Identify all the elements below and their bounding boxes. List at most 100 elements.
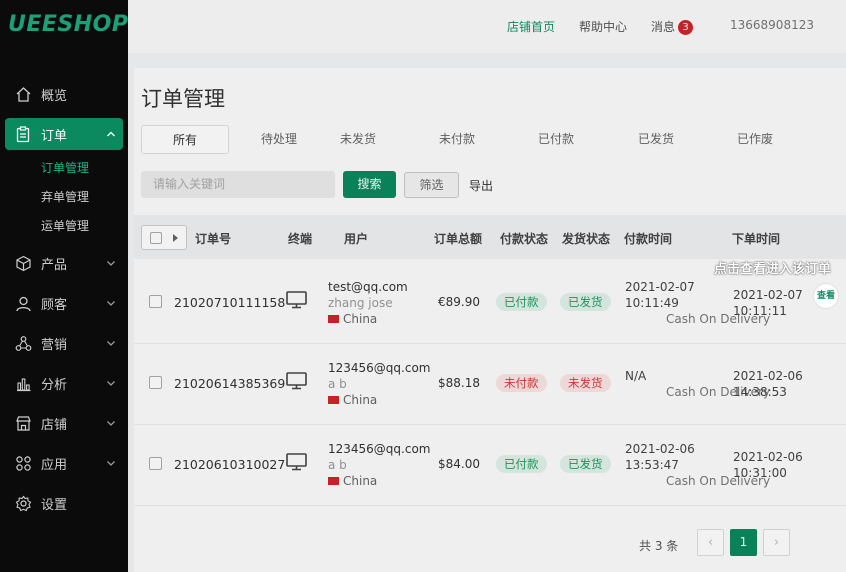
tab-voided[interactable]: 已作废 <box>737 125 773 154</box>
user-email: 123456@qq.com <box>328 361 431 375</box>
order-number[interactable]: 21020614385369 <box>174 376 285 391</box>
table-row[interactable]: 21020614385369 123456@qq.com a b China $… <box>134 344 846 425</box>
tab-shipped[interactable]: 已发货 <box>638 125 674 154</box>
search-input[interactable]: 请输入关键词 <box>141 171 335 198</box>
sidebar-item-label: 应用 <box>41 457 68 473</box>
page-title: 订单管理 <box>141 87 225 111</box>
desktop-icon <box>286 453 307 474</box>
view-order-button[interactable]: 查看 <box>814 284 838 308</box>
user-name: zhang jose <box>328 296 393 310</box>
chevron-down-icon <box>106 297 116 307</box>
sidebar-item-orders[interactable]: 订单 <box>5 118 123 150</box>
sidebar-item-settings[interactable]: 设置 <box>0 483 128 523</box>
tab-pending[interactable]: 待处理 <box>261 125 297 154</box>
sidebar-item-label: 店铺 <box>41 417 68 433</box>
sidebar-item-apps[interactable]: 应用 <box>0 443 128 483</box>
chevron-down-icon <box>106 457 116 467</box>
table-row[interactable]: 21020610310027 123456@qq.com a b China $… <box>134 425 846 506</box>
select-all-checkbox[interactable] <box>150 232 162 244</box>
order-time: 2021-02-07 10:11:11 <box>733 288 803 318</box>
tab-all[interactable]: 所有 <box>141 125 229 154</box>
user-name: a b <box>328 458 347 472</box>
chevron-down-icon <box>106 337 116 347</box>
chevron-down-icon <box>106 257 116 267</box>
row-checkbox[interactable] <box>149 457 162 470</box>
submenu-abandoned-orders[interactable]: 弃单管理 <box>41 183 128 212</box>
select-all-dropdown[interactable] <box>141 225 187 250</box>
tab-unpaid[interactable]: 未付款 <box>439 125 475 154</box>
export-button[interactable]: 导出 <box>469 177 493 194</box>
sidebar-item-analytics[interactable]: 分析 <box>0 363 128 403</box>
user-name: a b <box>328 377 347 391</box>
gear-icon <box>14 494 32 512</box>
user-email: test@qq.com <box>328 280 408 294</box>
order-total: $88.18 <box>438 376 480 390</box>
submenu-shipments[interactable]: 运单管理 <box>41 212 128 241</box>
desktop-icon <box>286 291 307 312</box>
col-ship-status: 发货状态 <box>562 232 611 246</box>
col-total: 订单总额 <box>434 232 483 246</box>
user-info: 123456@qq.com a b China <box>328 360 431 408</box>
user-icon <box>14 294 32 312</box>
account-phone[interactable]: 13668908123 <box>730 18 814 32</box>
top-header: 店铺首页 帮助中心 消息 3 13668908123 <box>128 0 846 53</box>
user-info: test@qq.com zhang jose China <box>328 279 408 327</box>
guide-tooltip: 点击查看进入该订单 <box>714 262 832 277</box>
sidebar-item-customers[interactable]: 顾客 <box>0 283 128 323</box>
share-icon <box>14 334 32 352</box>
help-center-link[interactable]: 帮助中心 <box>579 18 627 35</box>
sidebar-item-label: 订单 <box>41 128 68 144</box>
submenu-order-management[interactable]: 订单管理 <box>41 154 128 183</box>
message-count-badge: 3 <box>678 20 694 35</box>
sidebar-item-products[interactable]: 产品 <box>0 243 128 283</box>
user-country-label: China <box>343 393 378 407</box>
china-flag-icon <box>328 396 339 404</box>
search-button[interactable]: 搜索 <box>343 171 396 198</box>
user-info: 123456@qq.com a b China <box>328 441 431 489</box>
order-number[interactable]: 21020610310027 <box>174 457 285 472</box>
bar-chart-icon <box>14 374 32 392</box>
prev-page-button[interactable]: ‹ <box>697 529 724 556</box>
store-home-link[interactable]: 店铺首页 <box>507 18 555 35</box>
row-checkbox[interactable] <box>149 376 162 389</box>
sidebar-item-label: 顾客 <box>41 297 68 313</box>
chevron-down-icon <box>106 377 116 387</box>
sidebar-item-marketing[interactable]: 营销 <box>0 323 128 363</box>
row-checkbox[interactable] <box>149 295 162 308</box>
order-number[interactable]: 21020710111158 <box>174 295 285 310</box>
col-order-time: 下单时间 <box>732 232 781 246</box>
chevron-down-icon <box>106 417 116 427</box>
filter-button[interactable]: 筛选 <box>404 172 459 198</box>
order-tabs: 所有 待处理 未发货 未付款 已付款 已发货 已作废 <box>141 125 846 154</box>
col-pay-status: 付款状态 <box>500 232 549 246</box>
main-panel: 订单管理 所有 待处理 未发货 未付款 已付款 已发货 已作废 请输入关键词 搜… <box>134 68 846 572</box>
user-email: 123456@qq.com <box>328 442 431 456</box>
sidebar-item-label: 营销 <box>41 337 68 353</box>
sidebar-item-store[interactable]: 店铺 <box>0 403 128 443</box>
sidebar-item-label: 产品 <box>41 257 68 273</box>
pay-status-badge: 未付款 <box>496 374 547 392</box>
sidebar-item-label: 概览 <box>41 88 68 104</box>
pay-status-badge: 已付款 <box>496 455 547 473</box>
col-user: 用户 <box>344 232 369 246</box>
store-icon <box>14 414 32 432</box>
pay-status-badge: 已付款 <box>496 293 547 311</box>
next-page-button[interactable]: › <box>763 529 790 556</box>
ship-status-badge: 未发货 <box>560 374 611 392</box>
tab-unshipped[interactable]: 未发货 <box>340 125 376 154</box>
tab-paid[interactable]: 已付款 <box>538 125 574 154</box>
messages-link[interactable]: 消息 3 <box>651 18 694 35</box>
box-icon <box>14 254 32 272</box>
page-1-button[interactable]: 1 <box>730 529 757 556</box>
chevron-up-icon <box>106 128 116 138</box>
sidebar-item-overview[interactable]: 概览 <box>0 74 128 114</box>
col-pay-time: 付款时间 <box>624 232 673 246</box>
user-country: China <box>328 473 431 489</box>
desktop-icon <box>286 372 307 393</box>
logo: UEESHOP <box>8 12 129 37</box>
clipboard-icon <box>14 125 32 143</box>
caret-right-icon <box>173 234 178 242</box>
apps-icon <box>14 454 32 472</box>
china-flag-icon <box>328 477 339 485</box>
user-country-label: China <box>343 312 378 326</box>
